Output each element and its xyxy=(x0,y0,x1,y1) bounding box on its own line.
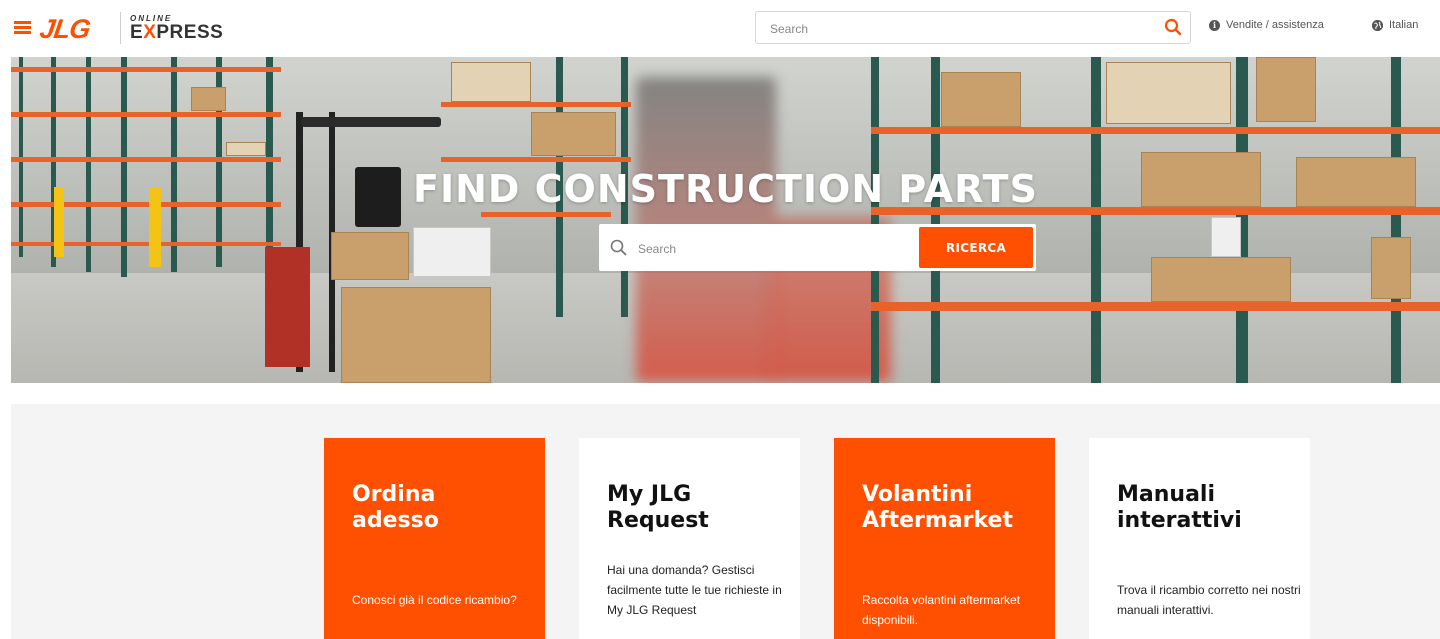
header-search-box xyxy=(755,11,1191,45)
logo-divider xyxy=(120,12,121,44)
hero-search-input[interactable] xyxy=(636,224,910,273)
card-title: Manuali interattivi xyxy=(1117,482,1242,533)
site-header: JLG ONLINE EXPRESS i Vendite / assistenz… xyxy=(0,0,1440,56)
card-manuali-interattivi[interactable]: Manuali interattivi Trova il ricambio co… xyxy=(1089,438,1310,639)
card-my-jlg-request[interactable]: My JLG Request Hai una domanda? Gestisci… xyxy=(579,438,800,639)
sales-service-label: Vendite / assistenza xyxy=(1226,19,1324,31)
logo-express-text: EXPRESS xyxy=(130,22,224,43)
card-volantini-aftermarket[interactable]: Volantini Aftermarket Raccolta volantini… xyxy=(834,438,1055,639)
globe-icon xyxy=(1372,19,1383,31)
card-title: Ordina adesso xyxy=(352,482,439,533)
card-text: Conosci già il codice ricambio? xyxy=(352,593,517,607)
language-selector[interactable]: Italian xyxy=(1372,19,1418,31)
jlg-logo[interactable]: JLG xyxy=(38,14,92,44)
card-text: Raccolta volantini aftermarket disponibi… xyxy=(862,593,1021,627)
info-icon: i xyxy=(1209,19,1220,31)
card-text: Trova il ricambio corretto nei nostri ma… xyxy=(1117,583,1301,617)
hero-title: FIND CONSTRUCTION PARTS xyxy=(413,167,1038,211)
language-label: Italian xyxy=(1389,19,1419,31)
search-icon[interactable] xyxy=(1164,18,1182,41)
card-ordina-adesso[interactable]: Ordina adesso Conosci già il codice rica… xyxy=(324,438,545,639)
card-text: Hai una domanda? Gestisci facilmente tut… xyxy=(607,563,782,617)
hero-banner: FIND CONSTRUCTION PARTS RICERCA xyxy=(11,57,1440,383)
hero-search-box: RICERCA xyxy=(599,224,1036,273)
online-express-logo[interactable]: ONLINE EXPRESS xyxy=(130,14,223,43)
card-title: Volantini Aftermarket xyxy=(862,482,1013,533)
hero-search-button[interactable]: RICERCA xyxy=(919,227,1033,268)
hamburger-menu-icon[interactable] xyxy=(14,21,31,35)
sales-service-link[interactable]: i Vendite / assistenza xyxy=(1209,19,1324,31)
search-icon xyxy=(610,239,627,261)
header-search-input[interactable] xyxy=(768,12,1152,45)
card-title: My JLG Request xyxy=(607,482,709,533)
